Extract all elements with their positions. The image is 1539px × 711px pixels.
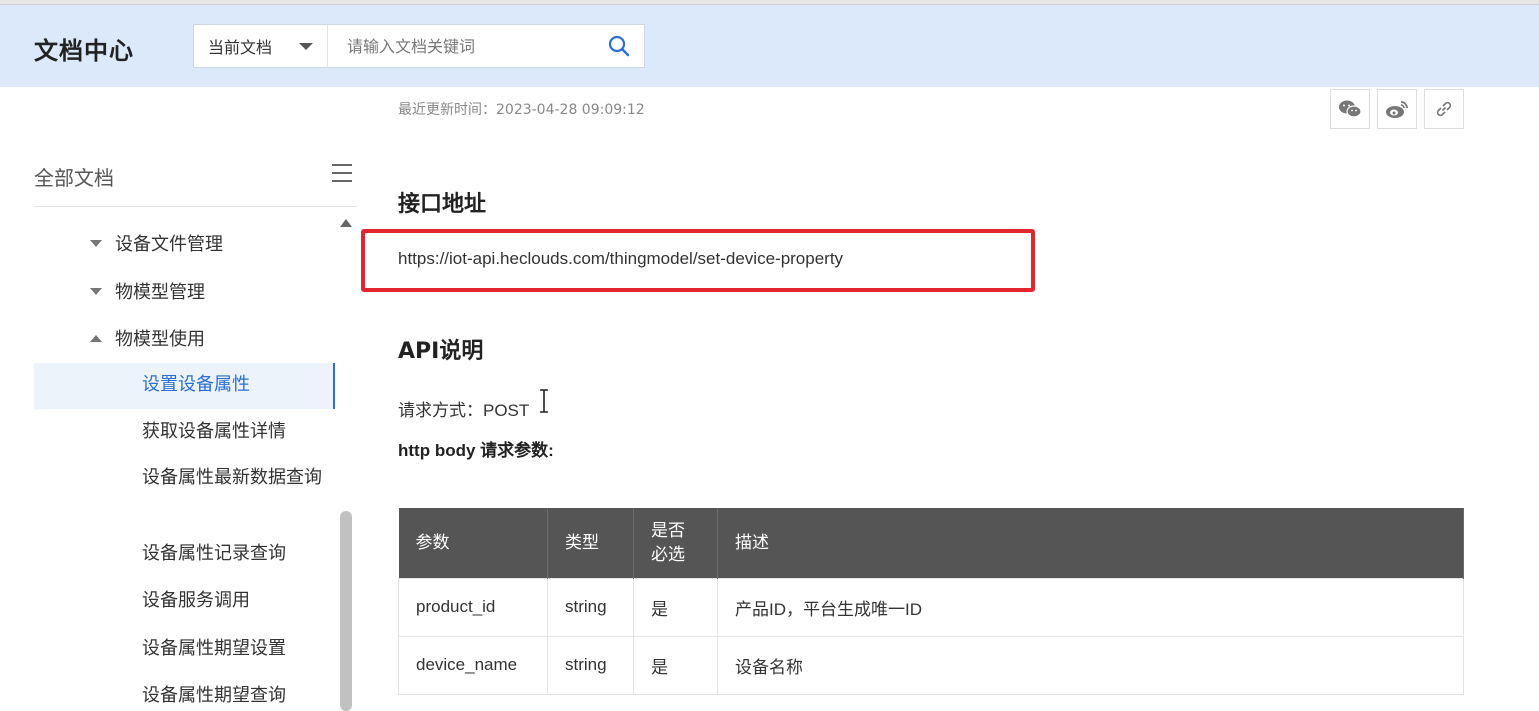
sidebar-group-thing-model-usage[interactable]: 物模型使用 (90, 325, 205, 351)
table-row: device_name string 是 设备名称 (398, 635, 1464, 695)
cell-required: 是 (633, 635, 718, 695)
caret-up-icon (90, 334, 102, 342)
header-param: 参数 (398, 508, 548, 578)
sidebar-item-set-device-property[interactable]: 设置设备属性 (142, 370, 322, 399)
sidebar-item-desired-property-query[interactable]: 设备属性期望查询 (142, 681, 322, 710)
header-required-line1: 是否 (651, 520, 685, 541)
table-header-row: 参数 类型 是否 必选 描述 (398, 508, 1464, 578)
sidebar-group-label: 物模型管理 (115, 282, 205, 303)
cell-description: 产品ID，平台生成唯一ID (717, 577, 1464, 637)
sidebar-divider (34, 206, 357, 207)
params-table: 参数 类型 是否 必选 描述 product_id string 是 产品ID，… (398, 508, 1464, 695)
cell-description: 设备名称 (717, 635, 1464, 695)
weibo-icon (1386, 101, 1408, 118)
body-params-title: http body 请求参数: (398, 441, 554, 460)
link-icon (1436, 101, 1452, 117)
sidebar-group-device-files[interactable]: 设备文件管理 (90, 230, 223, 256)
share-weibo-button[interactable] (1377, 89, 1417, 129)
sidebar: 全部文档 设备文件管理 物模型管理 物模型使用 设置设备属性 获取设备属性详情 … (0, 87, 357, 711)
main-content: 最近更新时间：2023-04-28 09:09:12 接口地址 https://… (357, 87, 1539, 695)
sidebar-item-property-history-query[interactable]: 设备属性记录查询 (142, 539, 322, 568)
search-scope-label: 当前文档 (208, 38, 273, 57)
caret-down-icon (90, 239, 102, 247)
section-title-interface-address: 接口地址 (398, 192, 487, 217)
wechat-icon (1339, 100, 1362, 118)
chevron-down-icon (299, 43, 313, 50)
section-title-api-description: API说明 (398, 339, 484, 364)
site-title[interactable]: 文档中心 (34, 31, 134, 66)
header-required: 是否 必选 (633, 508, 718, 578)
share-wechat-button[interactable] (1330, 89, 1370, 129)
cell-required: 是 (633, 577, 718, 637)
caret-down-icon (90, 287, 102, 295)
sidebar-group-label: 物模型使用 (115, 329, 205, 350)
request-method: 请求方式：POST (398, 396, 529, 421)
api-url: https://iot-api.heclouds.com/thingmodel/… (398, 249, 844, 268)
search-input[interactable] (328, 25, 594, 67)
top-header: 文档中心 当前文档 (0, 5, 1539, 87)
sidebar-item-desired-property-set[interactable]: 设备属性期望设置 (142, 634, 322, 663)
cell-param: product_id (398, 577, 548, 637)
sidebar-group-thing-model-management[interactable]: 物模型管理 (90, 278, 205, 304)
sidebar-item-service-invoke[interactable]: 设备服务调用 (142, 586, 322, 615)
search-bar: 当前文档 (193, 24, 645, 68)
cell-type: string (547, 577, 634, 637)
header-required-line2: 必选 (651, 544, 685, 565)
sidebar-heading: 全部文档 (34, 166, 114, 190)
cell-param: device_name (398, 635, 548, 695)
scroll-up-arrow[interactable] (340, 219, 352, 227)
search-icon (608, 35, 630, 57)
search-button[interactable] (594, 25, 644, 67)
sidebar-item-latest-property-query[interactable]: 设备属性最新数据查询 (142, 463, 322, 492)
sidebar-scrollbar[interactable] (340, 511, 352, 711)
header-description: 描述 (717, 508, 1464, 578)
request-method-label: 请求方式： (398, 401, 483, 421)
last-updated: 最近更新时间：2023-04-28 09:09:12 (398, 102, 645, 118)
sidebar-item-get-device-property-detail[interactable]: 获取设备属性详情 (142, 417, 322, 446)
cell-type: string (547, 635, 634, 695)
text-cursor-icon (540, 389, 548, 413)
request-method-value: POST (483, 401, 530, 420)
search-scope-select[interactable]: 当前文档 (194, 25, 328, 67)
table-row: product_id string 是 产品ID，平台生成唯一ID (398, 577, 1464, 637)
copy-link-button[interactable] (1424, 89, 1464, 129)
sidebar-group-label: 设备文件管理 (115, 234, 223, 255)
header-type: 类型 (547, 508, 634, 578)
menu-icon[interactable] (332, 164, 352, 184)
